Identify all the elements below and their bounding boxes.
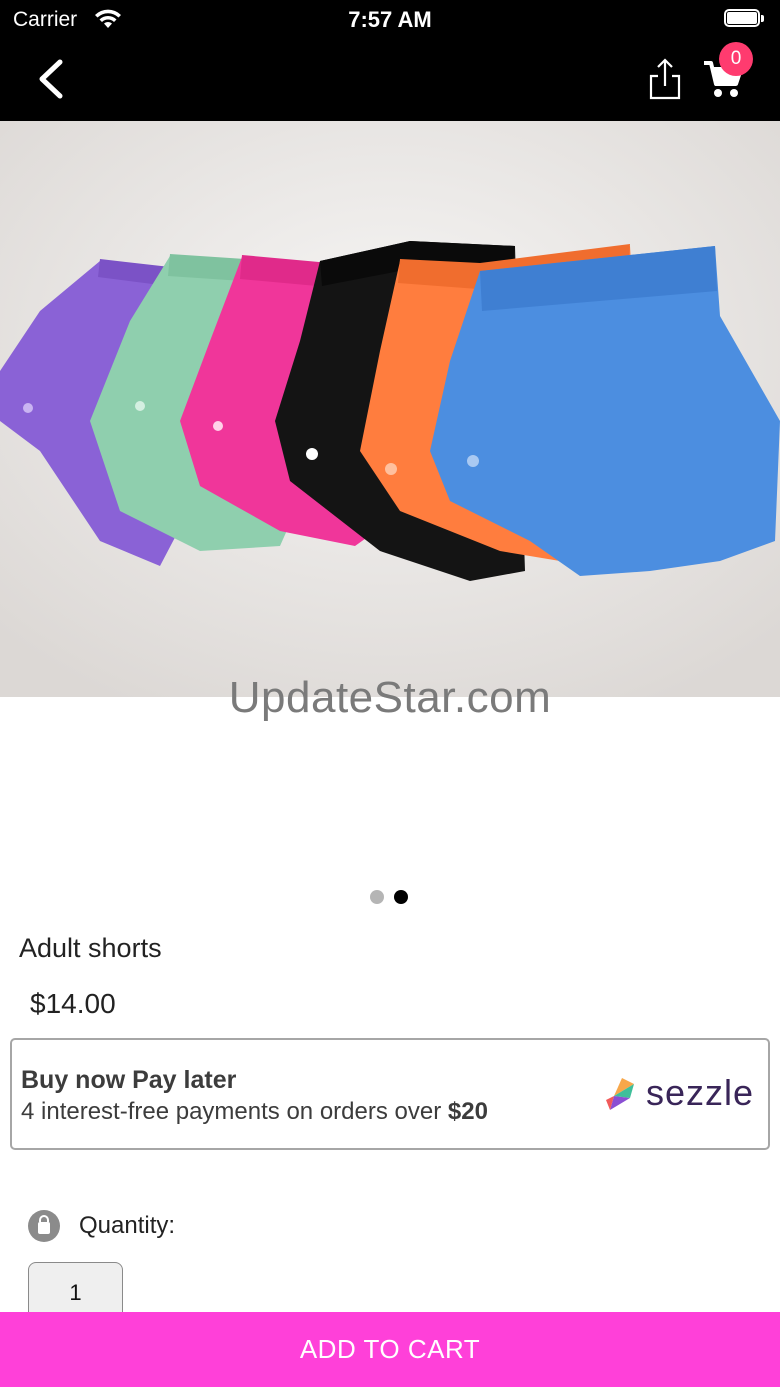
share-button[interactable] (646, 56, 684, 102)
sezzle-subline-text: 4 interest-free payments on orders over (21, 1098, 448, 1125)
product-price: $14.00 (30, 988, 116, 1019)
product-title: Adult shorts (19, 933, 162, 963)
back-button[interactable] (34, 56, 74, 102)
sezzle-wordmark: sezzle (646, 1072, 755, 1113)
sezzle-banner[interactable]: Buy now Pay later 4 interest-free paymen… (10, 1038, 770, 1150)
cart-count-badge: 0 (719, 42, 753, 76)
status-time: 7:57 AM (348, 7, 432, 32)
sezzle-logo: sezzle (604, 1072, 762, 1116)
product-photo (0, 121, 780, 697)
watermark: UpdateStar.com (228, 673, 552, 722)
quantity-label: Quantity: (79, 1212, 176, 1239)
sezzle-subline: 4 interest-free payments on orders over … (21, 1098, 488, 1126)
status-bar: Carrier 7:57 AM (0, 0, 780, 40)
battery-icon (724, 9, 764, 29)
share-icon (649, 58, 681, 100)
product-image[interactable] (0, 121, 780, 697)
add-to-cart-button[interactable]: ADD TO CART (0, 1312, 780, 1387)
top-bar: Carrier 7:57 AM 0 (0, 0, 780, 121)
pager-dot-2-active[interactable] (394, 890, 408, 904)
sezzle-mark-icon (606, 1078, 634, 1110)
pager-dot-1[interactable] (370, 890, 384, 904)
sezzle-min-amount: $20 (447, 1098, 488, 1125)
sezzle-headline: Buy now Pay later (21, 1066, 237, 1094)
chevron-left-icon (39, 59, 63, 99)
bag-icon (28, 1210, 60, 1242)
